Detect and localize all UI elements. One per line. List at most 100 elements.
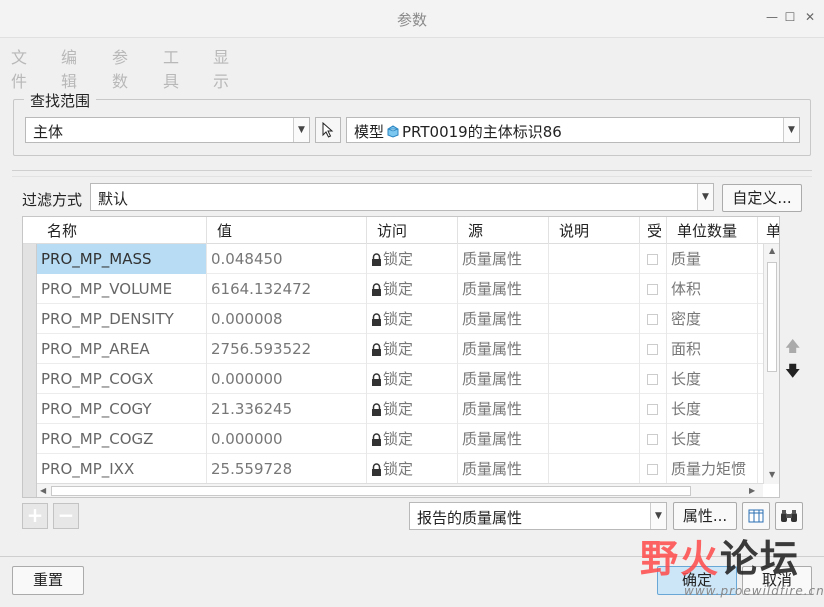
customize-button[interactable]: 自定义... — [722, 184, 802, 212]
move-down-icon[interactable]: 🡇 — [785, 361, 800, 386]
column-header-source[interactable]: 源 — [458, 217, 549, 244]
scrollbar-thumb[interactable] — [51, 486, 691, 496]
scope-type-select[interactable]: 主体 ▼ — [25, 117, 310, 143]
cell-description[interactable] — [549, 304, 640, 334]
table-row[interactable]: PRO_MP_COGX 0.000000 锁定 质量属性 长度 — [37, 364, 763, 394]
cell-name[interactable]: PRO_MP_COGX — [37, 364, 207, 394]
report-select[interactable]: 报告的质量属性 ▼ — [409, 502, 667, 530]
cell-unit-quantity[interactable]: 长度 — [667, 394, 758, 424]
cell-restricted[interactable] — [640, 244, 667, 274]
cell-description[interactable] — [549, 274, 640, 304]
restricted-checkbox[interactable] — [647, 404, 658, 415]
cell-unit-quantity[interactable]: 体积 — [667, 274, 758, 304]
cell-value[interactable]: 2756.593522 — [207, 334, 367, 364]
column-header-access[interactable]: 访问 — [367, 217, 458, 244]
restricted-checkbox[interactable] — [647, 284, 658, 295]
menu-display[interactable]: 显示 — [213, 44, 229, 92]
cell-access[interactable]: 锁定 — [367, 364, 458, 394]
scroll-down-icon[interactable]: ▼ — [769, 470, 775, 479]
restricted-checkbox[interactable] — [647, 254, 658, 265]
column-header-unit-quantity[interactable]: 单位数量 — [667, 217, 758, 244]
restricted-checkbox[interactable] — [647, 374, 658, 385]
cell-description[interactable] — [549, 244, 640, 274]
cell-source[interactable]: 质量属性 — [458, 334, 549, 364]
cell-restricted[interactable] — [640, 424, 667, 454]
cell-restricted[interactable] — [640, 454, 667, 484]
table-row[interactable]: PRO_MP_COGY 21.336245 锁定 质量属性 长度 — [37, 394, 763, 424]
cell-access[interactable]: 锁定 — [367, 244, 458, 274]
cell-value[interactable]: 0.048450 — [207, 244, 367, 274]
table-columns-button[interactable] — [742, 502, 770, 530]
cell-source[interactable]: 质量属性 — [458, 304, 549, 334]
close-icon[interactable]: ✕ — [802, 10, 818, 24]
cell-unit-quantity[interactable]: 长度 — [667, 364, 758, 394]
cell-name[interactable]: PRO_MP_COGY — [37, 394, 207, 424]
maximize-icon[interactable]: ☐ — [782, 10, 798, 24]
cell-restricted[interactable] — [640, 304, 667, 334]
cell-restricted[interactable] — [640, 364, 667, 394]
cell-access[interactable]: 锁定 — [367, 394, 458, 424]
restricted-checkbox[interactable] — [647, 434, 658, 445]
select-pointer-button[interactable] — [315, 117, 341, 143]
model-select[interactable]: 模型 PRT0019的主体标识86 ▼ — [346, 117, 800, 143]
scroll-left-icon[interactable]: ◀ — [40, 486, 46, 495]
cell-description[interactable] — [549, 424, 640, 454]
cell-source[interactable]: 质量属性 — [458, 454, 549, 484]
cell-name[interactable]: PRO_MP_MASS — [37, 244, 207, 274]
cell-unit-quantity[interactable]: 面积 — [667, 334, 758, 364]
column-header-name[interactable]: 名称 — [37, 217, 207, 244]
cell-source[interactable]: 质量属性 — [458, 364, 549, 394]
add-parameter-button[interactable]: + — [22, 503, 48, 529]
table-row[interactable]: PRO_MP_IXX 25.559728 锁定 质量属性 质量力矩惯 — [37, 454, 763, 484]
cell-description[interactable] — [549, 394, 640, 424]
table-row[interactable]: PRO_MP_MASS 0.048450 锁定 质量属性 质量 — [37, 244, 763, 274]
cell-name[interactable]: PRO_MP_VOLUME — [37, 274, 207, 304]
cell-restricted[interactable] — [640, 334, 667, 364]
table-row[interactable]: PRO_MP_AREA 2756.593522 锁定 质量属性 面积 — [37, 334, 763, 364]
cell-restricted[interactable] — [640, 394, 667, 424]
column-header-description[interactable]: 说明 — [549, 217, 640, 244]
cell-value[interactable]: 25.559728 — [207, 454, 367, 484]
cell-value[interactable]: 0.000008 — [207, 304, 367, 334]
cell-value[interactable]: 21.336245 — [207, 394, 367, 424]
restricted-checkbox[interactable] — [647, 464, 658, 475]
vertical-scrollbar[interactable]: ▲ ▼ — [763, 244, 779, 484]
cell-name[interactable]: PRO_MP_AREA — [37, 334, 207, 364]
cell-value[interactable]: 6164.132472 — [207, 274, 367, 304]
menu-file[interactable]: 文件 — [11, 44, 27, 92]
cell-access[interactable]: 锁定 — [367, 304, 458, 334]
cell-unit-quantity[interactable]: 密度 — [667, 304, 758, 334]
table-row[interactable]: PRO_MP_DENSITY 0.000008 锁定 质量属性 密度 — [37, 304, 763, 334]
cell-value[interactable]: 0.000000 — [207, 364, 367, 394]
cell-source[interactable]: 质量属性 — [458, 244, 549, 274]
minimize-icon[interactable]: — — [764, 10, 780, 24]
cell-source[interactable]: 质量属性 — [458, 274, 549, 304]
column-header-value[interactable]: 值 — [207, 217, 367, 244]
restricted-checkbox[interactable] — [647, 344, 658, 355]
table-row[interactable]: PRO_MP_COGZ 0.000000 锁定 质量属性 长度 — [37, 424, 763, 454]
scrollbar-thumb[interactable] — [767, 262, 777, 372]
cell-value[interactable]: 0.000000 — [207, 424, 367, 454]
scroll-up-icon[interactable]: ▲ — [769, 246, 775, 255]
filter-select[interactable]: 默认 ▼ — [90, 183, 714, 211]
cell-description[interactable] — [549, 364, 640, 394]
cell-name[interactable]: PRO_MP_IXX — [37, 454, 207, 484]
cell-restricted[interactable] — [640, 274, 667, 304]
move-up-icon[interactable]: 🡅 — [785, 336, 800, 361]
restricted-checkbox[interactable] — [647, 314, 658, 325]
cell-unit-quantity[interactable]: 质量 — [667, 244, 758, 274]
cell-name[interactable]: PRO_MP_COGZ — [37, 424, 207, 454]
scroll-right-icon[interactable]: ▶ — [749, 486, 755, 495]
reset-button[interactable]: 重置 — [12, 566, 84, 595]
cell-unit-quantity[interactable]: 质量力矩惯 — [667, 454, 758, 484]
cell-source[interactable]: 质量属性 — [458, 394, 549, 424]
cell-access[interactable]: 锁定 — [367, 424, 458, 454]
cell-access[interactable]: 锁定 — [367, 274, 458, 304]
table-row[interactable]: PRO_MP_VOLUME 6164.132472 锁定 质量属性 体积 — [37, 274, 763, 304]
horizontal-scrollbar[interactable]: ◀ ▶ — [37, 483, 763, 497]
menu-parameters[interactable]: 参数 — [112, 44, 128, 92]
remove-parameter-button[interactable]: − — [53, 503, 79, 529]
properties-button[interactable]: 属性... — [673, 502, 737, 530]
cell-unit-quantity[interactable]: 长度 — [667, 424, 758, 454]
menu-tools[interactable]: 工具 — [163, 44, 179, 92]
